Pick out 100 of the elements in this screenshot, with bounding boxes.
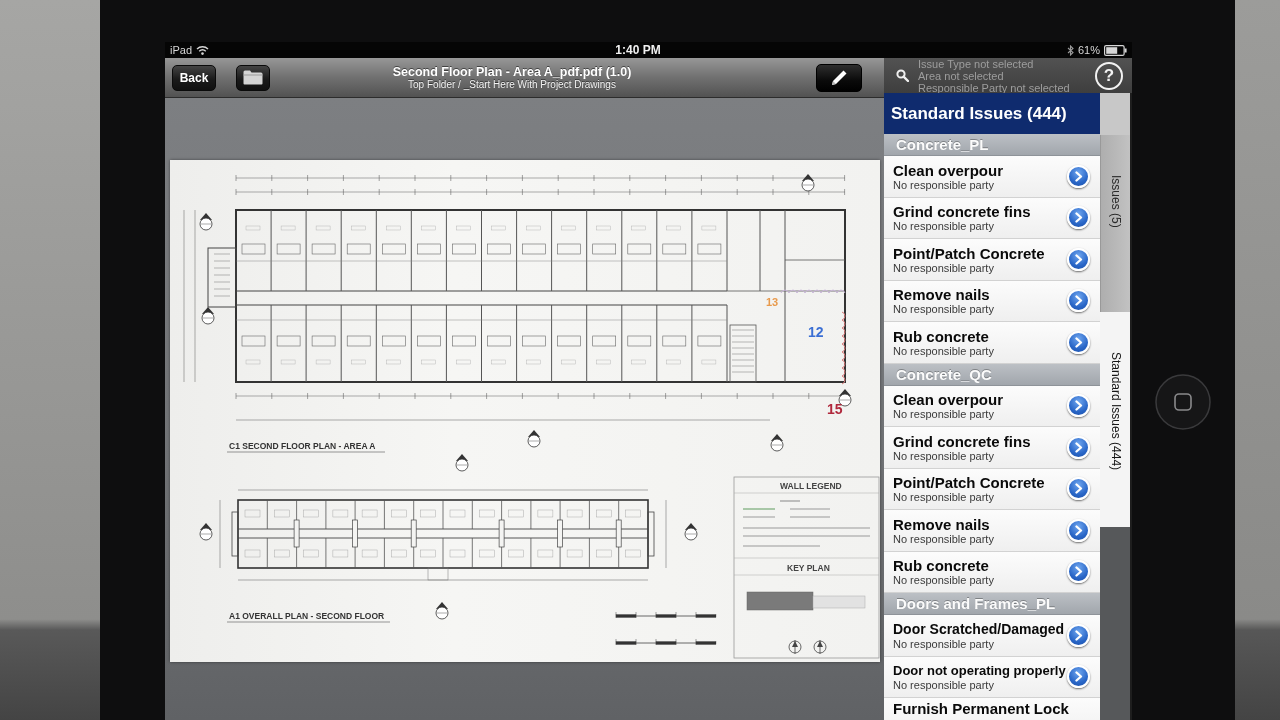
detail-button[interactable] bbox=[1067, 477, 1090, 501]
issue-row[interactable]: Remove nails No responsible party bbox=[884, 280, 1100, 322]
issue-row[interactable]: Door not operating properly No responsible party bbox=[884, 656, 1100, 698]
chevron-right-icon bbox=[1074, 566, 1083, 578]
edit-button[interactable] bbox=[816, 63, 862, 92]
section-header: Concrete_PL bbox=[884, 134, 1100, 156]
back-button[interactable]: Back bbox=[172, 64, 216, 91]
issue-title: Grind concrete fins bbox=[893, 203, 1032, 221]
detail-button[interactable] bbox=[1067, 164, 1090, 188]
side-tab[interactable]: Standard Issues (444) bbox=[1100, 312, 1130, 527]
panel-header: Standard Issues (444) bbox=[884, 93, 1100, 134]
chevron-right-icon bbox=[1074, 295, 1083, 307]
chevron-right-icon bbox=[1074, 336, 1083, 348]
folder-icon bbox=[243, 70, 263, 85]
chevron-right-icon bbox=[1074, 483, 1083, 495]
issue-row[interactable]: Rub concrete No responsible party bbox=[884, 551, 1100, 593]
issue-title: Point/Patch Concrete bbox=[893, 474, 1046, 492]
issue-row[interactable]: Clean overpour No responsible party bbox=[884, 385, 1100, 427]
section-marker-icon bbox=[455, 454, 469, 472]
issue-subtitle: No responsible party bbox=[893, 261, 995, 275]
detail-button[interactable] bbox=[1067, 623, 1090, 647]
section-marker-icon bbox=[527, 430, 541, 448]
detail-button[interactable] bbox=[1067, 247, 1090, 271]
filter-status-text: Responsible Party not selected bbox=[918, 81, 1071, 94]
detail-button[interactable] bbox=[1067, 206, 1090, 230]
issue-subtitle: No responsible party bbox=[893, 679, 995, 693]
filter-status-text: Area not selected bbox=[918, 69, 1005, 82]
issue-subtitle: No responsible party bbox=[893, 303, 995, 317]
bluetooth-icon bbox=[1067, 44, 1074, 56]
issue-subtitle: No responsible party bbox=[893, 532, 995, 546]
markup-number: 12 bbox=[808, 324, 824, 340]
detail-button[interactable] bbox=[1067, 330, 1090, 354]
chevron-right-icon bbox=[1074, 212, 1083, 224]
side-tab[interactable]: Issues (5) bbox=[1100, 135, 1130, 312]
clock-time: 1:40 PM bbox=[615, 43, 661, 57]
markup-number: 15 bbox=[827, 401, 843, 417]
detail-button[interactable] bbox=[1067, 665, 1090, 689]
detail-button[interactable] bbox=[1067, 518, 1090, 542]
issue-row[interactable]: Remove nails No responsible party bbox=[884, 510, 1100, 552]
section-marker-icon bbox=[435, 602, 449, 620]
markup-number: 13 bbox=[766, 296, 779, 308]
issue-subtitle: No responsible party bbox=[893, 491, 995, 505]
issue-title: Clean overpour bbox=[893, 391, 1005, 409]
issue-title: Clean overpour bbox=[893, 161, 1005, 179]
issue-row[interactable]: Grind concrete fins No responsible party bbox=[884, 427, 1100, 469]
chevron-right-icon bbox=[1074, 671, 1083, 683]
chevron-right-icon bbox=[1074, 629, 1083, 641]
battery-icon bbox=[1104, 44, 1127, 56]
issue-row[interactable]: Clean overpour No responsible party bbox=[884, 156, 1100, 198]
chevron-right-icon bbox=[1074, 170, 1083, 182]
issue-subtitle: No responsible party bbox=[893, 344, 995, 358]
issue-subtitle: No responsible party bbox=[893, 220, 995, 234]
home-button-icon bbox=[1155, 374, 1211, 430]
section-header: Concrete_QC bbox=[884, 363, 1100, 386]
detail-button[interactable] bbox=[1067, 435, 1090, 459]
plan-title: C1 SECOND FLOOR PLAN - AREA A bbox=[229, 441, 376, 451]
tab-strip-header bbox=[1100, 93, 1130, 135]
plan-title: A1 OVERALL PLAN - SECOND FLOOR bbox=[229, 611, 385, 621]
device-name: iPad bbox=[170, 42, 193, 58]
section-marker-icon bbox=[199, 213, 213, 231]
section-marker-icon bbox=[199, 523, 213, 541]
detail-button[interactable] bbox=[1067, 560, 1090, 584]
issue-title: Remove nails bbox=[893, 515, 991, 533]
section-marker-icon bbox=[770, 434, 784, 452]
issue-title: Grind concrete fins bbox=[893, 432, 1032, 450]
detail-button[interactable] bbox=[1067, 289, 1090, 313]
issue-title: Door not operating properly bbox=[893, 662, 1067, 680]
issue-title: Remove nails bbox=[893, 286, 991, 304]
issue-row[interactable]: Point/Patch Concrete No responsible party bbox=[884, 239, 1100, 281]
chevron-right-icon bbox=[1074, 400, 1083, 412]
section-marker-icon bbox=[201, 307, 215, 325]
help-button[interactable]: ? bbox=[1095, 61, 1123, 90]
issue-title: Rub concrete bbox=[893, 557, 990, 575]
issue-row[interactable]: Point/Patch Concrete No responsible party bbox=[884, 468, 1100, 510]
issue-subtitle: No responsible party bbox=[893, 408, 995, 422]
issue-subtitle: No responsible party bbox=[893, 637, 995, 651]
folder-button[interactable] bbox=[236, 64, 270, 91]
issue-subtitle: No responsible party bbox=[893, 178, 994, 192]
section-marker-icon bbox=[801, 174, 815, 192]
issue-subtitle: No responsible party bbox=[893, 449, 995, 463]
chevron-right-icon bbox=[1074, 253, 1083, 265]
section-header: Doors and Frames_PL bbox=[884, 593, 1100, 615]
search-icon bbox=[896, 69, 909, 82]
legend-title: WALL LEGEND bbox=[780, 481, 842, 491]
issue-row[interactable]: Grind concrete fins No responsible party bbox=[884, 197, 1100, 239]
issue-subtitle: No responsible party bbox=[893, 574, 995, 588]
section-marker-icon bbox=[684, 523, 698, 541]
battery-percentage: 61% bbox=[1078, 42, 1100, 58]
detail-button[interactable] bbox=[1067, 394, 1090, 418]
issue-title: Furnish Permanent Lock bbox=[893, 700, 1070, 717]
issue-title: Door Scratched/Damaged bbox=[893, 620, 1066, 638]
issue-title: Point/Patch Concrete bbox=[893, 244, 1046, 262]
wifi-icon bbox=[196, 45, 210, 55]
folder-path: Top Folder / _Start Here With Project Drawings bbox=[407, 79, 617, 90]
issue-row[interactable]: Rub concrete No responsible party bbox=[884, 322, 1100, 364]
chevron-right-icon bbox=[1074, 524, 1083, 536]
document-title: Second Floor Plan - Area A_pdf.pdf (1.0) bbox=[391, 65, 633, 79]
filter-status-text: Issue Type not selected bbox=[918, 57, 1035, 70]
issue-title: Rub concrete bbox=[893, 327, 990, 345]
issue-row[interactable]: Door Scratched/Damaged No responsible party bbox=[884, 615, 1100, 657]
